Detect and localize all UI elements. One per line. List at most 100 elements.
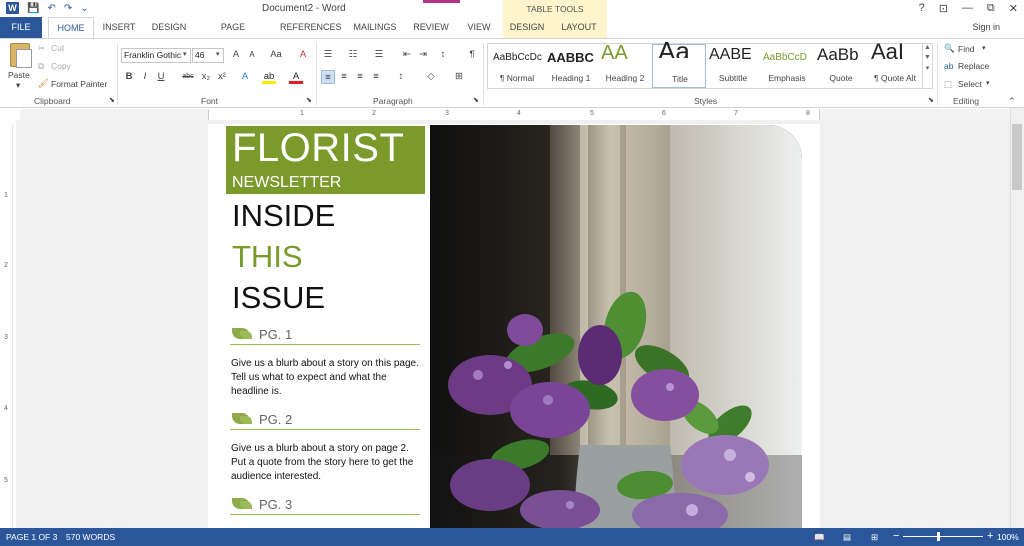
word-count[interactable]: 570 WORDS [66, 532, 115, 542]
select-button[interactable]: Select [958, 79, 982, 89]
find-dropdown-icon[interactable]: ▾ [982, 44, 986, 52]
document-page[interactable]: FLORIST NEWSLETTER INSIDE THIS ISSUE PG.… [208, 124, 820, 528]
clear-formatting-icon[interactable]: A [296, 48, 310, 62]
tab-design[interactable]: DESIGN [150, 17, 188, 38]
tab-table-layout[interactable]: LAYOUT [551, 17, 607, 38]
section-blurb[interactable]: Give us a blurb about a story on this pa… [231, 357, 419, 399]
align-right-icon[interactable]: ≡ [353, 70, 367, 84]
align-left-icon[interactable]: ≡ [321, 70, 335, 84]
cut-button[interactable]: Cut [51, 43, 64, 53]
gallery-more-icon[interactable]: ▾ [923, 64, 932, 72]
tab-table-design[interactable]: DESIGN [503, 17, 551, 38]
page-count[interactable]: PAGE 1 OF 3 [6, 532, 57, 542]
lilac-photo[interactable] [430, 125, 802, 528]
subscript-icon[interactable]: x₂ [199, 70, 213, 84]
minimize-icon[interactable]: — [962, 2, 973, 15]
section-heading[interactable]: PG. 2 [230, 412, 420, 430]
customize-qat-icon[interactable]: ⌄ [80, 3, 88, 14]
replace-icon[interactable]: ab [944, 61, 953, 71]
clipboard-launcher-icon[interactable]: ⬊ [109, 96, 115, 104]
line-spacing-icon[interactable]: ↕ [394, 70, 408, 84]
highlight-icon[interactable]: ab [262, 70, 276, 84]
replace-button[interactable]: Replace [958, 61, 989, 71]
grow-font-icon[interactable]: A [229, 48, 243, 62]
word-logo-icon[interactable]: W [6, 2, 19, 14]
gallery-scroll-control[interactable]: ▲ ▼ ▾ [922, 44, 932, 88]
copy-button[interactable]: Copy [51, 61, 71, 71]
zoom-level[interactable]: 100% [997, 532, 1019, 542]
style-heading-2[interactable]: AA Heading 2 [598, 42, 652, 88]
paragraph-launcher-icon[interactable]: ⬊ [473, 96, 479, 104]
style-subtitle[interactable]: AABE Subtitle [706, 44, 760, 88]
tab-review[interactable]: REVIEW [413, 17, 449, 38]
italic-icon[interactable]: I [138, 70, 152, 84]
font-color-icon[interactable]: A [289, 70, 303, 84]
copy-icon[interactable]: ⧉ [38, 61, 44, 72]
font-size-dropdown-icon[interactable]: ▾ [216, 50, 220, 58]
style-quote[interactable]: AaBb Quote [814, 44, 868, 88]
tab-page-layout[interactable]: PAGE LAYOUT [202, 17, 264, 53]
collapse-ribbon-icon[interactable]: ⌃ [1008, 96, 1016, 107]
undo-icon[interactable]: ↶ [47, 3, 55, 14]
style-quote-alt[interactable]: AaI ¶ Quote Alt [868, 39, 922, 88]
find-button[interactable]: Find [958, 44, 975, 54]
tab-insert[interactable]: INSERT [102, 17, 136, 38]
sort-icon[interactable]: ↕ [436, 48, 450, 62]
strikethrough-icon[interactable]: abc [181, 70, 195, 84]
inside-heading-line-1[interactable]: INSIDE [232, 198, 335, 234]
inside-heading-line-3[interactable]: ISSUE [232, 280, 325, 316]
bullets-icon[interactable]: ☰ [321, 48, 335, 62]
tab-references[interactable]: REFERENCES [280, 17, 342, 38]
multilevel-list-icon[interactable]: ☰ [372, 48, 386, 62]
tab-home[interactable]: HOME [48, 17, 94, 38]
paste-icon[interactable] [10, 43, 32, 68]
increase-indent-icon[interactable]: ⇥ [416, 48, 430, 62]
style-heading-1[interactable]: AABBC Heading 1 [544, 44, 598, 88]
close-icon[interactable]: ✕ [1009, 2, 1018, 15]
zoom-out-icon[interactable]: − [893, 530, 899, 542]
paste-button[interactable]: Paste [8, 70, 30, 80]
select-dropdown-icon[interactable]: ▾ [986, 79, 990, 87]
section-heading[interactable]: PG. 3 [230, 497, 420, 515]
text-effects-icon[interactable]: A [238, 70, 252, 84]
section-blurb[interactable]: Give us a blurb about a story on page 2.… [231, 442, 419, 484]
shading-icon[interactable]: ◇ [424, 70, 438, 84]
align-center-icon[interactable]: ≡ [337, 70, 351, 84]
font-name-dropdown-icon[interactable]: ▾ [183, 50, 187, 58]
find-icon[interactable]: 🔍 [944, 43, 955, 54]
paste-dropdown-icon[interactable]: ▾ [16, 80, 20, 91]
zoom-slider[interactable] [903, 536, 983, 537]
format-painter-icon[interactable]: 🖌 [38, 78, 49, 89]
read-mode-icon[interactable]: 📖 [814, 532, 825, 543]
show-formatting-icon[interactable]: ¶ [465, 48, 479, 62]
zoom-in-icon[interactable]: + [987, 530, 993, 542]
print-layout-icon[interactable]: ▤ [843, 532, 851, 543]
superscript-icon[interactable]: x² [215, 70, 229, 84]
zoom-slider-thumb[interactable] [937, 532, 940, 541]
redo-icon[interactable]: ↷ [64, 3, 72, 14]
section-heading[interactable]: PG. 1 [230, 327, 420, 345]
sign-in-link[interactable]: Sign in [972, 22, 1000, 32]
style-title[interactable]: Aa Title [652, 36, 706, 88]
select-icon[interactable]: ⬚ [944, 79, 952, 90]
format-painter-button[interactable]: Format Painter [51, 79, 107, 89]
justify-icon[interactable]: ≡ [369, 70, 383, 84]
decrease-indent-icon[interactable]: ⇤ [400, 48, 414, 62]
scroll-up-icon[interactable]: ▲ [923, 44, 932, 51]
font-launcher-icon[interactable]: ⬊ [306, 96, 312, 104]
web-layout-icon[interactable]: ⊞ [871, 532, 878, 543]
borders-icon[interactable]: ⊞ [452, 70, 466, 84]
restore-icon[interactable]: ⧉ [987, 2, 995, 15]
style-normal[interactable]: AaBbCcDc ¶ Normal [490, 44, 544, 88]
scrollbar-thumb[interactable] [1012, 124, 1022, 190]
shrink-font-icon[interactable]: A [245, 48, 259, 62]
newsletter-subtitle[interactable]: NEWSLETTER [232, 174, 341, 192]
newsletter-title[interactable]: FLORIST [232, 126, 404, 171]
save-icon[interactable]: 💾 [27, 3, 39, 14]
style-emphasis[interactable]: AaBbCcD Emphasis [760, 44, 814, 88]
scroll-down-icon[interactable]: ▼ [923, 54, 932, 61]
masthead-box[interactable]: FLORIST NEWSLETTER [226, 126, 425, 194]
font-name-field[interactable]: Franklin Gothic [121, 48, 191, 63]
bold-icon[interactable]: B [122, 70, 136, 84]
tab-view[interactable]: VIEW [464, 17, 494, 38]
